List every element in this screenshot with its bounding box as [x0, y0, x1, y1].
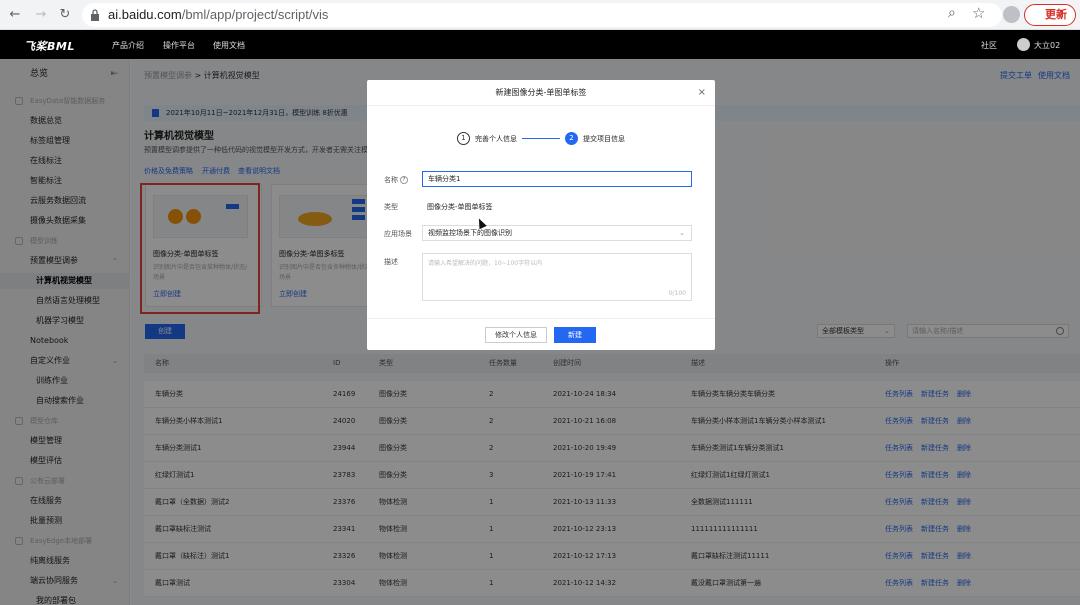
- chevron-down-icon: ⌄: [679, 229, 685, 237]
- more-icon: ⋮: [1056, 8, 1067, 21]
- forward-icon[interactable]: →: [32, 6, 50, 24]
- help-icon[interactable]: ?: [400, 176, 408, 184]
- nav-community[interactable]: 社区: [981, 40, 997, 51]
- create-project-button[interactable]: 新建: [554, 327, 596, 343]
- step-1-indicator: 1: [457, 132, 470, 145]
- address-bar[interactable]: ai.baidu.com/bml/app/project/script/vis …: [82, 3, 1002, 27]
- step-connector: [522, 138, 560, 139]
- name-input[interactable]: 车辆分类1: [422, 171, 692, 187]
- bookmark-star-icon[interactable]: ☆: [972, 4, 985, 22]
- reload-icon[interactable]: ↻: [56, 6, 74, 24]
- nav-platform[interactable]: 操作平台: [163, 40, 195, 51]
- type-value: 图像分类-单图单标签: [427, 203, 493, 211]
- char-counter: 0/100: [668, 290, 686, 297]
- dialog-title: 新建图像分类-单图单标签: [495, 88, 587, 97]
- back-icon[interactable]: ←: [6, 6, 24, 24]
- scene-label: 应用场景: [384, 230, 412, 238]
- user-name[interactable]: 大立02: [1034, 40, 1060, 51]
- zoom-icon[interactable]: ⌕: [948, 5, 956, 21]
- desc-textarea[interactable]: 请输入希望解决的问题，10~100字符以内 0/100: [422, 253, 692, 301]
- user-avatar[interactable]: [1017, 38, 1030, 51]
- browser-toolbar: ← → ↻ ai.baidu.com/bml/app/project/scrip…: [0, 0, 1080, 30]
- logo[interactable]: 飞桨BML: [24, 38, 75, 54]
- top-navbar: 飞桨BML 产品介绍 操作平台 使用文档 社区 大立02: [0, 30, 1080, 59]
- type-label: 类型: [384, 203, 398, 211]
- nav-docs[interactable]: 使用文档: [213, 40, 245, 51]
- name-label: 名称?: [384, 175, 408, 185]
- dialog-header: 新建图像分类-单图单标签 ×: [367, 80, 715, 106]
- close-icon[interactable]: ×: [698, 80, 706, 106]
- step-2-label: 提交项目信息: [583, 135, 625, 143]
- step-1-label: 完善个人信息: [475, 135, 517, 143]
- lock-icon: [91, 9, 99, 21]
- nav-product-intro[interactable]: 产品介绍: [112, 40, 144, 51]
- url-text: ai.baidu.com/bml/app/project/script/vis: [108, 7, 329, 22]
- create-project-dialog: 新建图像分类-单图单标签 × 1 完善个人信息 2 提交项目信息 名称? 车辆分…: [367, 80, 715, 350]
- desc-label: 描述: [384, 258, 398, 266]
- dialog-footer: 修改个人信息 新建: [367, 318, 715, 350]
- edit-personal-info-button[interactable]: 修改个人信息: [485, 327, 547, 343]
- profile-icon[interactable]: [1003, 6, 1020, 23]
- step-2-indicator: 2: [565, 132, 578, 145]
- update-button[interactable]: 更新 ⋮: [1024, 4, 1076, 26]
- scene-select[interactable]: 视频监控场景下的图像识别 ⌄: [422, 225, 692, 241]
